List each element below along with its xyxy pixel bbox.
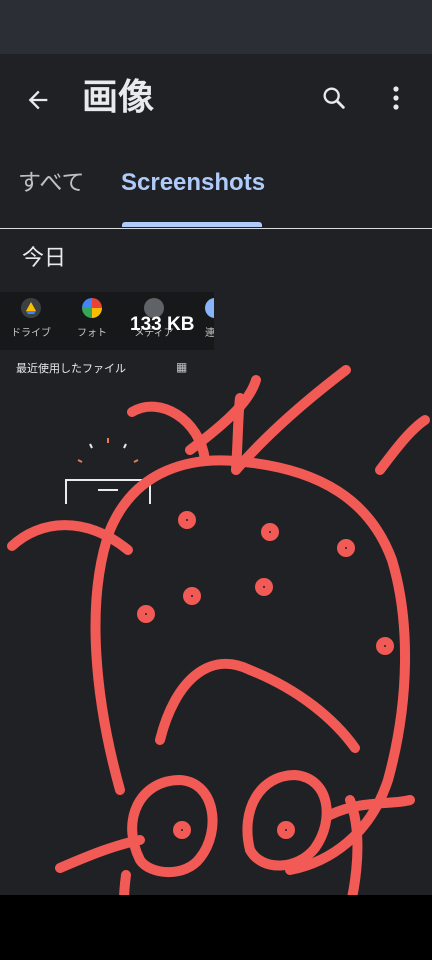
file-size-badge: 133 KB — [130, 314, 195, 335]
app-label: ドライブ — [11, 328, 51, 339]
tab-all[interactable]: すべて — [18, 168, 84, 198]
page-title: 画像 — [82, 77, 155, 118]
app-bar: 画像 — [0, 54, 432, 146]
drive-icon — [21, 298, 41, 318]
back-button[interactable] — [18, 80, 58, 120]
screenshot-thumbnail[interactable]: ドライブ フォト メディア 連絡 133 KB 最近使用したファイル ▦ — [0, 292, 214, 895]
photos-icon — [82, 298, 102, 318]
tab-indicator — [122, 222, 262, 227]
tab-screenshots[interactable]: Screenshots — [121, 168, 265, 198]
app-shortcut-drive: ドライブ — [6, 298, 56, 339]
section-date-header: 今日 — [22, 246, 67, 271]
back-arrow-icon — [28, 90, 48, 110]
system-navigation-bar — [0, 895, 432, 960]
app-shortcut-photos: フォト — [67, 298, 117, 339]
status-bar — [0, 0, 432, 54]
search-button[interactable] — [312, 76, 356, 120]
grid-view-icon: ▦ — [176, 360, 188, 374]
contacts-icon — [205, 298, 214, 318]
search-icon — [323, 87, 345, 109]
recent-files-label: 最近使用したファイル — [16, 362, 126, 375]
more-options-button[interactable] — [376, 76, 416, 120]
tab-bar: すべて Screenshots — [0, 146, 432, 229]
app-label: フォト — [77, 328, 107, 339]
empty-folder-illustration — [65, 438, 151, 504]
more-vert-icon — [393, 86, 399, 110]
